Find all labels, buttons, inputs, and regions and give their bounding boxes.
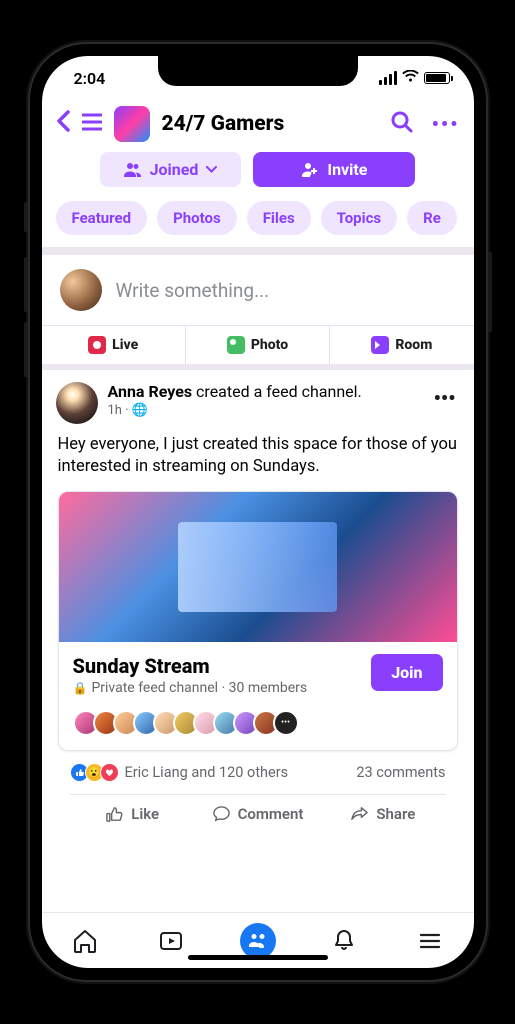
channel-image bbox=[59, 492, 457, 642]
invite-button[interactable]: Invite bbox=[253, 152, 415, 187]
post-author-avatar[interactable] bbox=[56, 382, 98, 424]
joined-button[interactable]: Joined bbox=[100, 152, 242, 187]
post-body: Hey everyone, I just created this space … bbox=[56, 424, 460, 491]
join-button[interactable]: Join bbox=[371, 654, 442, 691]
share-icon bbox=[350, 805, 369, 824]
nav-notifications[interactable] bbox=[301, 927, 387, 955]
comment-icon bbox=[212, 805, 231, 824]
nav-watch[interactable] bbox=[128, 927, 214, 955]
photo-icon bbox=[227, 336, 245, 354]
lock-icon: 🔒 bbox=[73, 681, 88, 695]
search-icon[interactable] bbox=[390, 110, 414, 138]
live-label: Live bbox=[112, 337, 138, 353]
hamburger-icon bbox=[416, 927, 444, 955]
more-icon[interactable]: ••• bbox=[432, 112, 460, 136]
status-time: 2:04 bbox=[74, 69, 106, 88]
tabs: Featured Photos Files Topics Re bbox=[42, 197, 474, 247]
reactions-text[interactable]: Eric Liang and 120 others bbox=[125, 764, 357, 781]
signal-icon bbox=[379, 71, 397, 85]
reaction-icons[interactable]: 😮 bbox=[70, 763, 119, 782]
room-button[interactable]: Room bbox=[330, 326, 473, 364]
comment-button[interactable]: Comment bbox=[195, 795, 320, 834]
tab-topics[interactable]: Topics bbox=[321, 201, 397, 235]
user-avatar[interactable] bbox=[60, 269, 102, 311]
photo-label: Photo bbox=[251, 337, 288, 353]
channel-title: Sunday Stream bbox=[73, 654, 362, 678]
groups-icon bbox=[240, 923, 276, 959]
thumb-icon bbox=[105, 805, 124, 824]
join-label: Join bbox=[391, 663, 422, 682]
globe-icon: 🌐 bbox=[132, 403, 148, 418]
post-action-text: created a feed channel. bbox=[196, 382, 362, 401]
composer[interactable]: Write something... bbox=[42, 255, 474, 325]
home-icon bbox=[71, 927, 99, 955]
channel-card[interactable]: Sunday Stream 🔒 Private feed channel · 3… bbox=[58, 491, 458, 751]
nav-home[interactable] bbox=[42, 927, 128, 955]
invite-icon bbox=[301, 162, 319, 178]
tab-more[interactable]: Re bbox=[407, 201, 457, 235]
wifi-icon bbox=[402, 69, 419, 87]
tab-photos[interactable]: Photos bbox=[157, 201, 237, 235]
member-avatars[interactable]: ••• bbox=[59, 710, 457, 750]
group-avatar[interactable] bbox=[114, 106, 150, 142]
battery-icon bbox=[424, 72, 450, 84]
chevron-down-icon bbox=[206, 166, 217, 173]
bell-icon bbox=[330, 927, 358, 955]
menu-icon[interactable] bbox=[82, 112, 102, 137]
tab-files[interactable]: Files bbox=[247, 201, 311, 235]
comment-label: Comment bbox=[238, 805, 304, 823]
comments-count[interactable]: 23 comments bbox=[356, 764, 445, 781]
nav-groups[interactable] bbox=[214, 923, 300, 959]
share-button[interactable]: Share bbox=[320, 795, 445, 834]
love-reaction-icon bbox=[100, 763, 119, 782]
room-icon bbox=[371, 336, 389, 354]
room-label: Room bbox=[395, 337, 432, 353]
back-icon[interactable] bbox=[56, 110, 70, 138]
post-menu-icon[interactable]: ••• bbox=[430, 382, 460, 414]
joined-label: Joined bbox=[150, 160, 199, 179]
live-icon bbox=[88, 336, 106, 354]
like-label: Like bbox=[131, 805, 159, 823]
nav-menu[interactable] bbox=[387, 927, 473, 955]
invite-label: Invite bbox=[327, 160, 367, 179]
like-button[interactable]: Like bbox=[70, 795, 195, 834]
composer-input[interactable]: Write something... bbox=[116, 279, 270, 302]
group-title[interactable]: 24/7 Gamers bbox=[162, 112, 378, 136]
share-label: Share bbox=[376, 805, 415, 823]
watch-icon bbox=[157, 927, 185, 955]
photo-button[interactable]: Photo bbox=[186, 326, 330, 364]
home-indicator[interactable] bbox=[188, 955, 328, 960]
post-time: 1h · 🌐 bbox=[108, 403, 420, 418]
channel-subtitle: Private feed channel · 30 members bbox=[91, 680, 307, 696]
post-author[interactable]: Anna Reyes bbox=[108, 382, 193, 401]
tab-featured[interactable]: Featured bbox=[56, 201, 148, 235]
live-button[interactable]: Live bbox=[42, 326, 186, 364]
group-icon bbox=[124, 162, 142, 178]
